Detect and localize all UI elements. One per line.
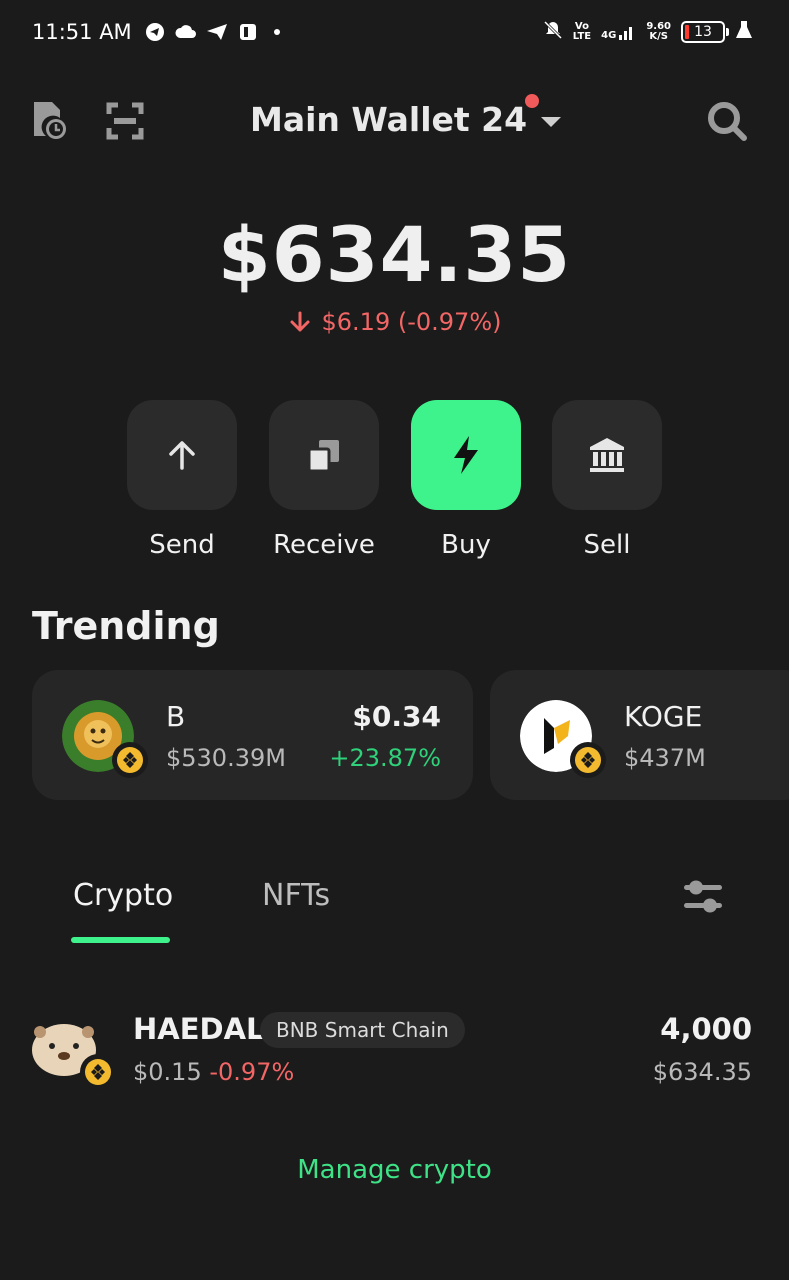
trending-koge-market-cap: $437M	[624, 744, 706, 772]
asset-name: HAEDAL	[133, 1012, 265, 1046]
trending-b-change: +23.87%	[329, 744, 441, 772]
manage-crypto-link[interactable]: Manage crypto	[0, 1155, 789, 1185]
asset-price: $0.15	[133, 1058, 202, 1086]
send-button[interactable]	[127, 400, 237, 510]
bnb-icon	[117, 747, 143, 773]
sell-action[interactable]: Sell	[552, 400, 662, 560]
filter-button[interactable]	[682, 878, 724, 916]
cloud-icon	[175, 22, 197, 42]
bnb-icon	[85, 1059, 111, 1085]
lightning-icon	[454, 436, 478, 474]
signal-icon: 4G	[601, 23, 636, 41]
search-icon	[708, 102, 747, 141]
wallet-selector[interactable]: Main Wallet 24	[250, 94, 562, 139]
receive-action[interactable]: Receive	[269, 400, 379, 560]
send-action[interactable]: Send	[127, 400, 237, 560]
notification-icons	[144, 22, 280, 42]
app-icon	[237, 22, 259, 42]
copy-icon	[307, 440, 339, 472]
send-icon	[206, 22, 228, 42]
trending-b-name: B	[166, 700, 186, 733]
network-speed: 9.60 K/S	[646, 21, 671, 42]
volte-indicator: Vo LTE	[572, 21, 592, 42]
buy-button[interactable]	[411, 400, 521, 510]
trending-b-market-cap: $530.39M	[166, 744, 286, 772]
bank-icon	[590, 438, 624, 472]
sliders-icon	[684, 880, 722, 913]
tab-crypto[interactable]: Crypto	[73, 878, 173, 913]
active-tab-indicator	[71, 937, 170, 943]
send-label: Send	[149, 530, 215, 560]
notification-dot	[525, 94, 540, 108]
status-bar: 11:51 AM Vo LTE 4G 9.60 K/S 13	[0, 0, 789, 68]
bnb-chain-badge	[112, 742, 148, 778]
wallet-name: Main Wallet 24	[250, 100, 528, 139]
telegram-icon	[144, 22, 166, 42]
tab-nfts[interactable]: NFTs	[262, 878, 330, 913]
asset-price-line: $0.15 -0.97%	[133, 1058, 294, 1086]
balance-change-value: $6.19 (-0.97%)	[321, 308, 502, 336]
asset-amount: 4,000	[660, 1012, 752, 1046]
asset-value: $634.35	[652, 1058, 752, 1086]
bnb-icon	[575, 747, 601, 773]
trending-card-koge[interactable]: KOGE $437M	[490, 670, 789, 800]
status-time: 11:51 AM	[32, 20, 132, 44]
buy-label: Buy	[441, 530, 491, 560]
arrow-up-icon	[169, 441, 195, 470]
search-button[interactable]	[706, 100, 748, 142]
sell-label: Sell	[583, 530, 631, 560]
balance-change: $6.19 (-0.97%)	[0, 308, 789, 336]
buy-action[interactable]: Buy	[411, 400, 521, 560]
trending-title: Trending	[32, 604, 220, 648]
more-notifications-dot	[274, 29, 280, 35]
sell-button[interactable]	[552, 400, 662, 510]
battery-indicator: 13	[681, 21, 729, 43]
flask-icon	[735, 20, 753, 44]
trending-b-price: $0.34	[352, 700, 441, 733]
scan-icon[interactable]	[106, 102, 144, 140]
history-icon[interactable]	[30, 100, 68, 140]
receive-label: Receive	[273, 530, 375, 560]
bnb-chain-badge	[570, 742, 606, 778]
trending-card-b[interactable]: B $530.39M $0.34 +23.87%	[32, 670, 473, 800]
bnb-chain-badge	[80, 1054, 116, 1090]
asset-change: -0.97%	[209, 1058, 295, 1086]
status-right: Vo LTE 4G 9.60 K/S 13	[543, 20, 753, 44]
receive-button[interactable]	[269, 400, 379, 510]
chain-badge: BNB Smart Chain	[260, 1012, 465, 1048]
arrow-down-icon	[290, 311, 310, 332]
trending-koge-name: KOGE	[624, 700, 703, 733]
total-balance: $634.35	[217, 210, 572, 299]
chevron-down-icon	[541, 116, 562, 127]
bell-off-icon	[543, 20, 563, 44]
